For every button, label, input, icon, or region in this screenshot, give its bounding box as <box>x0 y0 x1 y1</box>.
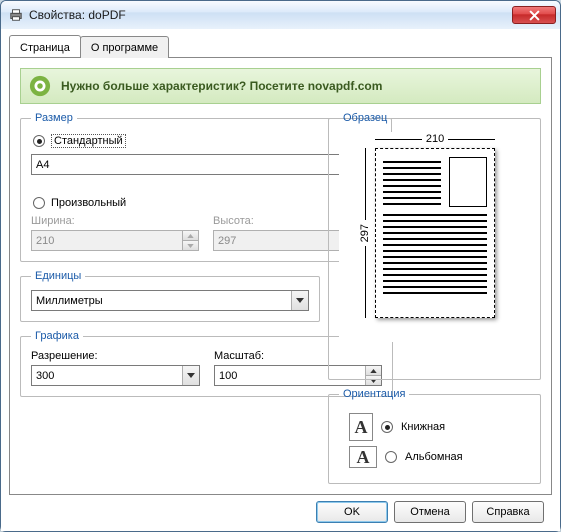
radio-icon <box>381 421 393 433</box>
nova-logo-icon <box>29 75 51 97</box>
chevron-down-icon <box>182 240 198 250</box>
units-legend: Единицы <box>31 270 85 282</box>
tab-about[interactable]: О программе <box>80 36 169 58</box>
orientation-group: Ориентация A Книжная A Альбомная <box>328 388 541 484</box>
tab-strip: Страница О программе <box>9 35 552 57</box>
promo-text: Нужно больше характеристик? Посетите nov… <box>61 79 382 93</box>
paper-size-value[interactable] <box>32 155 363 174</box>
resolution-label: Разрешение: <box>31 350 200 362</box>
chevron-up-icon <box>182 231 198 240</box>
radio-icon <box>33 197 45 209</box>
sample-group: Образец 210 297 <box>328 112 541 380</box>
cancel-button[interactable]: Отмена <box>394 501 466 523</box>
chevron-down-icon[interactable] <box>182 366 199 385</box>
ok-button[interactable]: OK <box>316 501 388 523</box>
landscape-label: Альбомная <box>405 451 463 463</box>
window-title: Свойства: doPDF <box>29 8 506 22</box>
dim-width: 210 <box>375 132 495 146</box>
sample-legend: Образец <box>339 112 391 124</box>
promo-link[interactable]: novapdf.com <box>308 79 383 93</box>
radio-landscape[interactable]: A Альбомная <box>349 446 530 468</box>
width-input <box>31 230 199 251</box>
radio-icon <box>33 135 45 147</box>
titlebar: Свойства: doPDF <box>1 1 560 29</box>
resolution-combo[interactable] <box>31 365 200 386</box>
resolution-value[interactable] <box>32 366 182 385</box>
radio-icon <box>385 451 397 463</box>
printer-icon <box>9 8 23 22</box>
graphics-legend: Графика <box>31 330 83 342</box>
units-group: Единицы <box>20 270 320 322</box>
button-bar: OK Отмена Справка <box>9 495 552 523</box>
orientation-legend: Ориентация <box>339 388 409 400</box>
tab-page[interactable]: Страница <box>9 35 81 57</box>
units-combo[interactable] <box>31 290 309 311</box>
page-preview-paper <box>375 148 495 318</box>
size-legend: Размер <box>31 112 77 124</box>
radio-portrait[interactable]: A Книжная <box>349 413 530 441</box>
units-value[interactable] <box>32 291 291 310</box>
close-icon <box>529 10 540 21</box>
chevron-down-icon[interactable] <box>291 291 308 310</box>
page-preview: 210 297 <box>339 132 530 342</box>
radio-custom-label: Произвольный <box>51 197 126 209</box>
radio-standard-label: Стандартный <box>51 134 126 148</box>
tab-pane: Нужно больше характеристик? Посетите nov… <box>9 57 552 495</box>
close-button[interactable] <box>512 6 556 24</box>
promo-banner[interactable]: Нужно больше характеристик? Посетите nov… <box>20 68 541 104</box>
client-area: Страница О программе Нужно больше характ… <box>1 29 560 531</box>
properties-dialog: Свойства: doPDF Страница О программе Нуж… <box>0 0 561 532</box>
dim-height: 297 <box>355 148 375 318</box>
help-button[interactable]: Справка <box>472 501 544 523</box>
width-label: Ширина: <box>31 215 199 227</box>
portrait-label: Книжная <box>401 421 445 433</box>
portrait-icon: A <box>349 413 373 441</box>
landscape-icon: A <box>349 446 377 468</box>
